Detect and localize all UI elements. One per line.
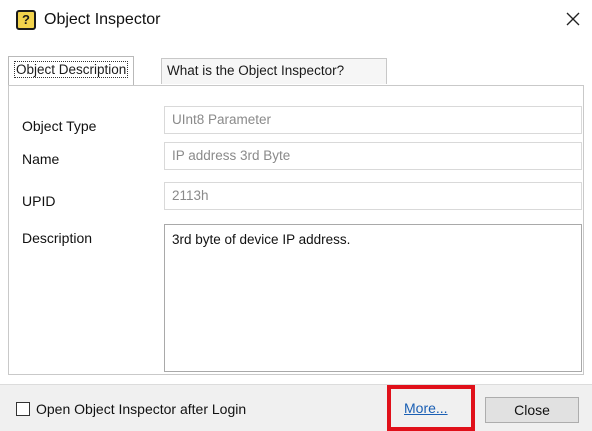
object-type-label: Object Type	[22, 118, 97, 134]
upid-label: UPID	[22, 193, 56, 209]
description-textarea[interactable]: 3rd byte of device IP address.	[164, 224, 582, 372]
open-after-login-checkbox[interactable]	[16, 402, 30, 416]
tab-object-description[interactable]: Object Description	[8, 56, 135, 85]
dialog-footer: Open Object Inspector after Login More..…	[0, 384, 592, 431]
open-after-login-label[interactable]: Open Object Inspector after Login	[36, 400, 246, 418]
tab-label: Object Description	[14, 61, 129, 78]
object-type-field[interactable]: UInt8 Parameter	[164, 106, 582, 134]
close-icon[interactable]	[564, 10, 582, 28]
tab-what-is-object-inspector[interactable]: What is the Object Inspector?	[161, 58, 387, 84]
close-button[interactable]: Close	[485, 397, 579, 423]
description-label: Description	[22, 230, 93, 246]
more-link[interactable]: More...	[404, 399, 448, 417]
title-bar: ? Object Inspector	[0, 0, 592, 40]
tab-label: What is the Object Inspector?	[167, 63, 345, 78]
window-title: Object Inspector	[44, 11, 161, 28]
name-field[interactable]: IP address 3rd Byte	[164, 142, 582, 170]
tab-strip: Object Description What is the Object In…	[0, 56, 592, 86]
help-book-icon: ?	[16, 10, 36, 30]
object-inspector-dialog: ? Object Inspector Object Description Wh…	[0, 0, 592, 431]
upid-field[interactable]: 2113h	[164, 182, 582, 210]
name-label: Name	[22, 151, 60, 167]
